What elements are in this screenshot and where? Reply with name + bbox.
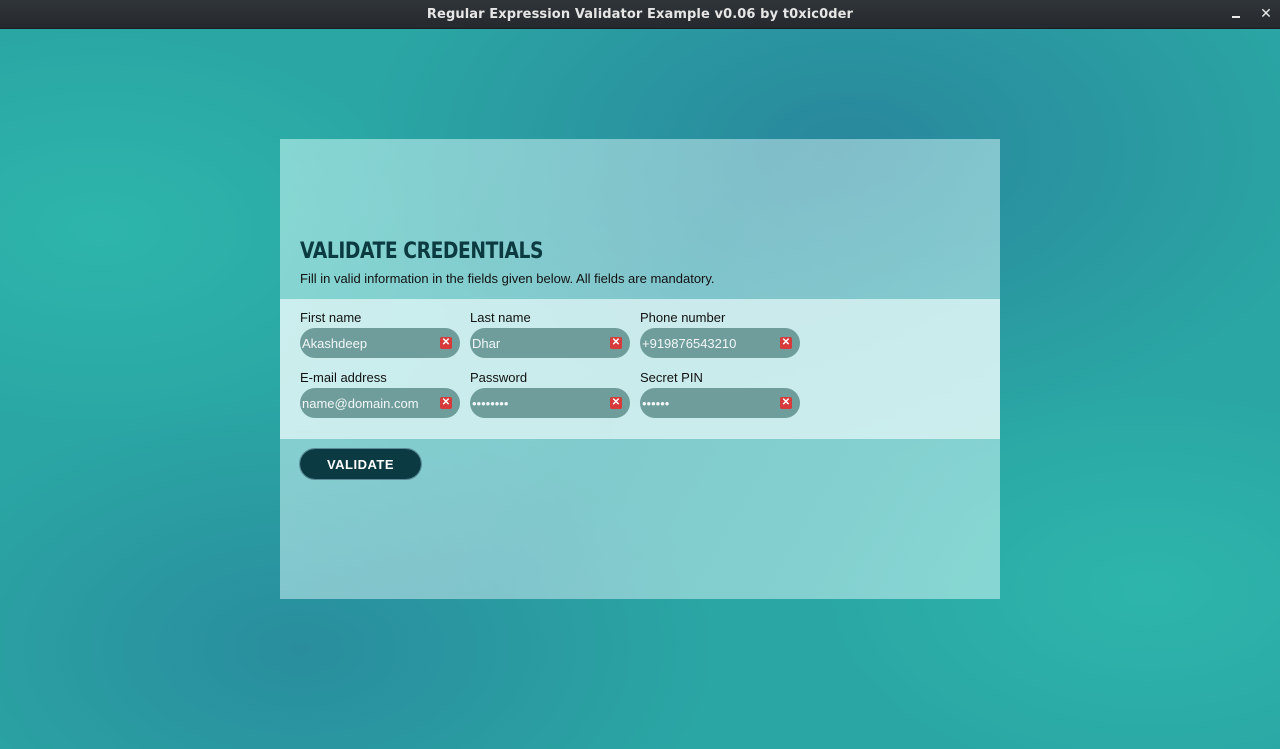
password-input-wrapper: ✕ (470, 388, 630, 418)
password-label: Password (470, 370, 528, 385)
first-name-field: First name ✕ (300, 309, 460, 358)
fields-section: First name ✕ Last name ✕ Phone number ✕ … (280, 299, 1000, 439)
minimize-icon (1232, 16, 1240, 18)
email-field: E-mail address ✕ (300, 369, 460, 418)
pin-label: Secret PIN (640, 370, 703, 385)
minimize-button[interactable] (1226, 4, 1246, 24)
page-subtitle: Fill in valid information in the fields … (300, 271, 715, 286)
error-icon: ✕ (440, 397, 452, 409)
validate-button[interactable]: VALIDATE (299, 448, 422, 480)
error-icon: ✕ (780, 337, 792, 349)
phone-label: Phone number (640, 310, 726, 325)
error-icon: ✕ (440, 337, 452, 349)
phone-input-wrapper: ✕ (640, 328, 800, 358)
page-title: VALIDATE CREDENTIALS (300, 239, 544, 264)
first-name-label: First name (300, 310, 362, 325)
window-titlebar[interactable]: Regular Expression Validator Example v0.… (0, 0, 1280, 29)
password-field: Password ✕ (470, 369, 630, 418)
email-input[interactable] (302, 388, 430, 418)
pin-input-wrapper: ✕ (640, 388, 800, 418)
pin-field: Secret PIN ✕ (640, 369, 800, 418)
last-name-input[interactable] (472, 328, 600, 358)
error-icon: ✕ (780, 397, 792, 409)
phone-input[interactable] (642, 328, 770, 358)
window-title: Regular Expression Validator Example v0.… (426, 7, 854, 22)
first-name-input[interactable] (302, 328, 430, 358)
phone-field: Phone number ✕ (640, 309, 800, 358)
last-name-input-wrapper: ✕ (470, 328, 630, 358)
error-icon: ✕ (610, 337, 622, 349)
last-name-field: Last name ✕ (470, 309, 630, 358)
email-label: E-mail address (300, 370, 387, 385)
pin-input[interactable] (642, 388, 770, 418)
last-name-label: Last name (470, 310, 531, 325)
close-button[interactable]: ✕ (1256, 4, 1276, 24)
credentials-panel: VALIDATE CREDENTIALS Fill in valid infor… (280, 139, 1000, 599)
password-input[interactable] (472, 388, 600, 418)
error-icon: ✕ (610, 397, 622, 409)
first-name-input-wrapper: ✕ (300, 328, 460, 358)
email-input-wrapper: ✕ (300, 388, 460, 418)
